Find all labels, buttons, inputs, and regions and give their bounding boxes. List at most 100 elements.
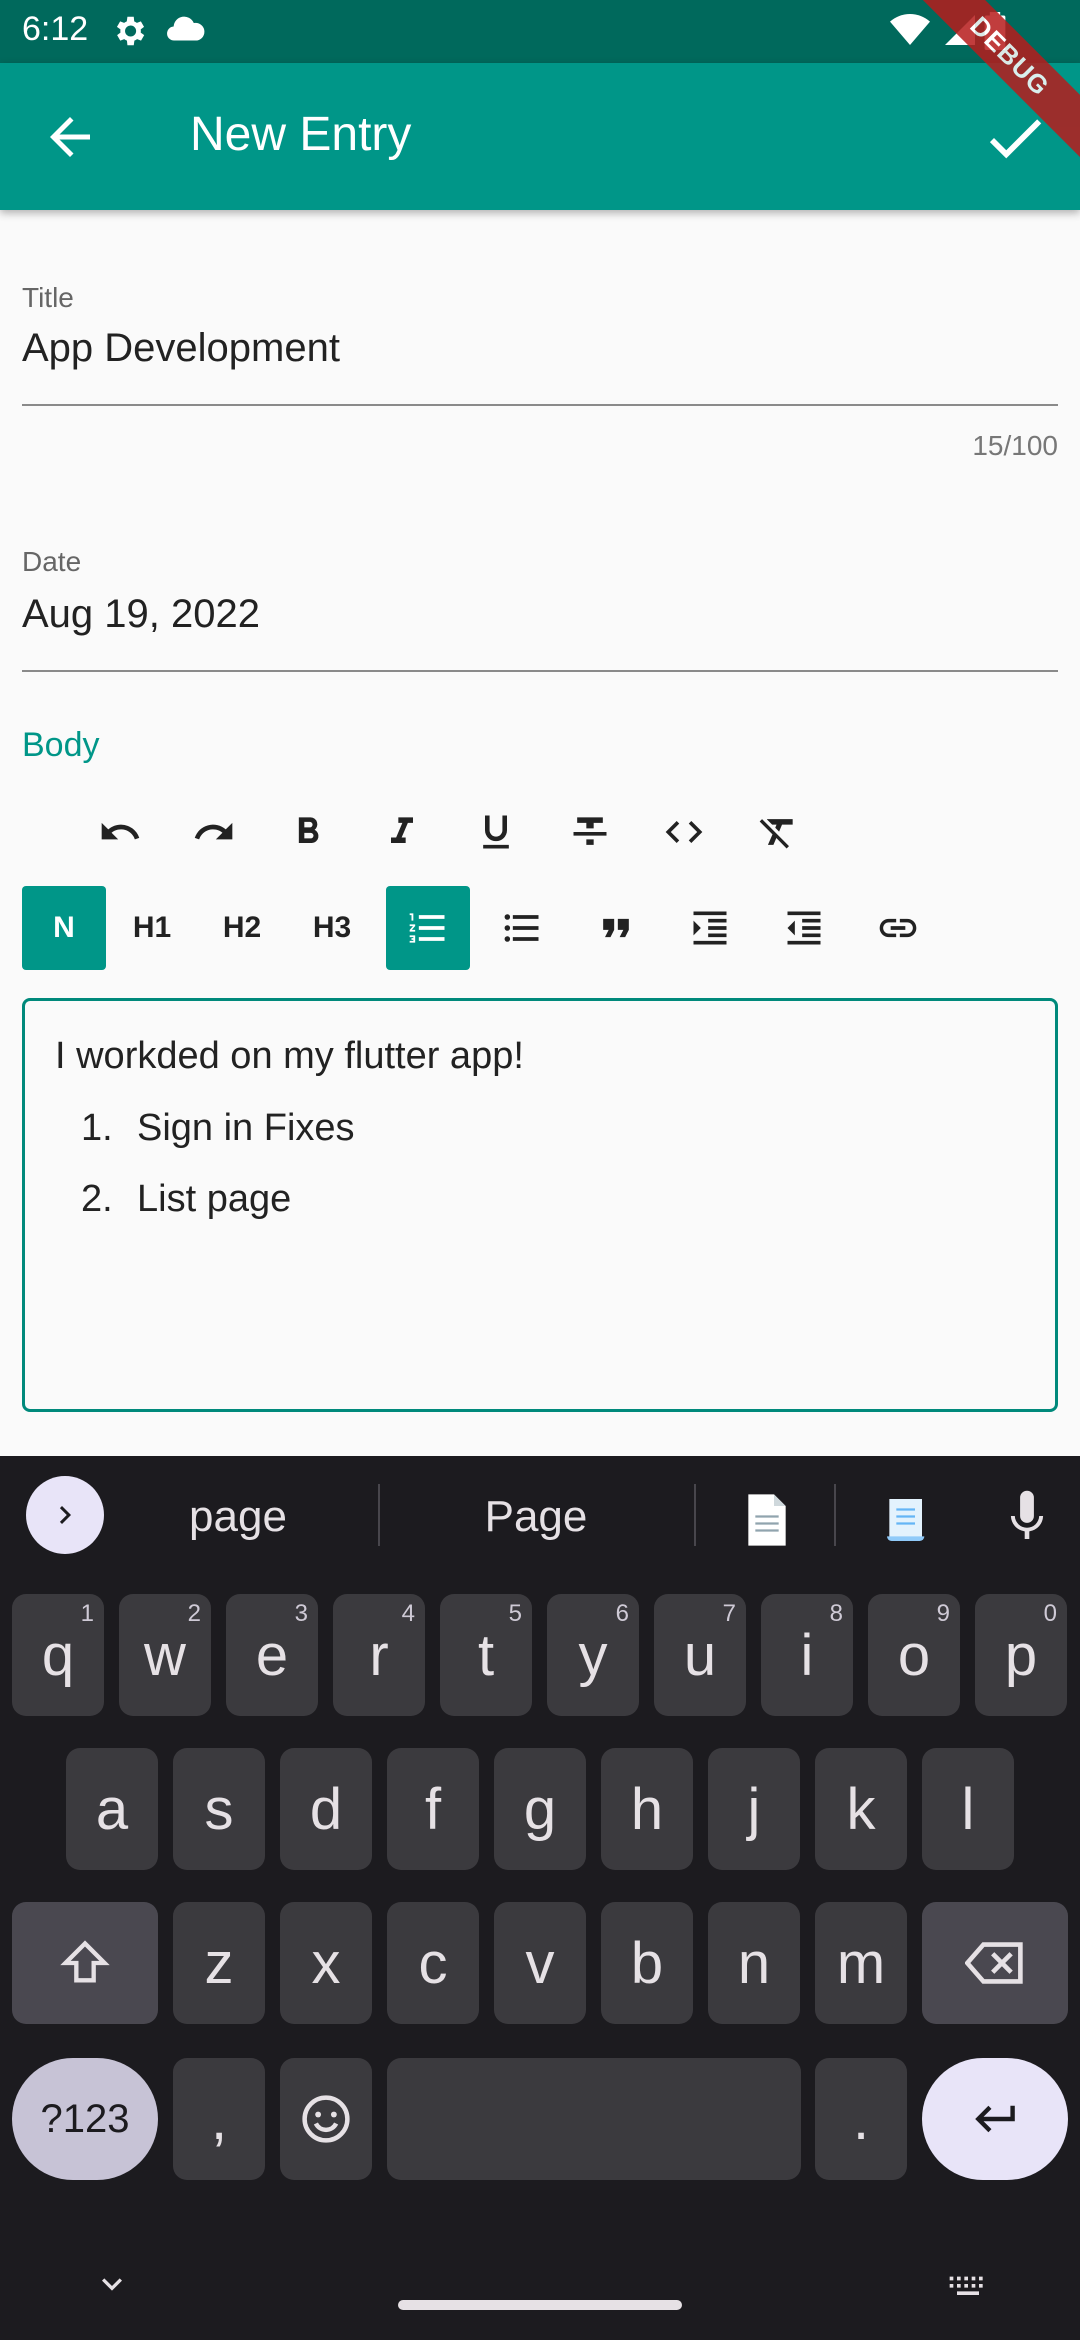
heading-2-button[interactable]: H2: [200, 886, 284, 970]
key-i[interactable]: i8: [761, 1594, 853, 1716]
bullet-list-button[interactable]: [480, 886, 564, 970]
clear-format-button[interactable]: [736, 790, 820, 874]
body-label: Body: [22, 726, 100, 764]
link-icon: [879, 918, 917, 938]
space-key[interactable]: [387, 2058, 801, 2180]
bold-button[interactable]: [266, 790, 350, 874]
key-k[interactable]: k: [815, 1748, 907, 1870]
key-g[interactable]: g: [494, 1748, 586, 1870]
comma-key[interactable]: ,: [173, 2058, 265, 2180]
key-y[interactable]: y6: [547, 1594, 639, 1716]
key-q[interactable]: q1: [12, 1594, 104, 1716]
shift-icon: [60, 1940, 110, 1983]
key-j[interactable]: j: [708, 1748, 800, 1870]
key-f[interactable]: f: [387, 1748, 479, 1870]
title-field-value[interactable]: App Development: [22, 326, 340, 371]
settings-icon: [116, 16, 145, 46]
symbols-key[interactable]: ?123: [12, 2058, 158, 2180]
redo-button[interactable]: [172, 790, 256, 874]
period-key[interactable]: .: [815, 2058, 907, 2180]
body-editor[interactable]: I workded on my flutter app! 1. Sign in …: [22, 998, 1058, 1412]
key-l[interactable]: l: [922, 1748, 1014, 1870]
key-hint: 5: [508, 1600, 522, 1627]
key-label: q: [41, 1622, 75, 1688]
indent-button[interactable]: [668, 886, 752, 970]
heading-3-button[interactable]: H3: [290, 886, 374, 970]
indent-increase-icon: [693, 911, 727, 945]
key-hint: 6: [615, 1600, 629, 1627]
key-x[interactable]: x: [280, 1902, 372, 2024]
strikethrough-button[interactable]: [548, 790, 632, 874]
key-b[interactable]: b: [601, 1902, 693, 2024]
backspace-icon: [965, 1942, 1023, 1984]
key-label: i: [800, 1622, 814, 1688]
bullet-list-icon: [504, 914, 539, 942]
undo-icon: [101, 822, 140, 840]
shift-key[interactable]: [12, 1902, 158, 2024]
format-clear-icon: [759, 819, 793, 849]
editor-paragraph: I workded on my flutter app!: [55, 1035, 524, 1077]
key-u[interactable]: u7: [654, 1594, 746, 1716]
key-label: r: [369, 1622, 389, 1688]
gesture-nav-handle[interactable]: [398, 2300, 682, 2310]
enter-arrow-icon: [975, 2105, 1015, 2133]
normal-text-button[interactable]: N: [22, 886, 106, 970]
key-t[interactable]: t5: [440, 1594, 532, 1716]
date-field-label: Date: [22, 546, 82, 577]
emoji-key[interactable]: [280, 2058, 372, 2180]
wifi-icon: [890, 14, 930, 45]
key-r[interactable]: r4: [333, 1594, 425, 1716]
key-p[interactable]: p0: [975, 1594, 1067, 1716]
key-label: p: [1004, 1622, 1038, 1688]
key-hint: 7: [722, 1600, 736, 1627]
date-field-value[interactable]: Aug 19, 2022: [22, 592, 260, 637]
heading-1-button[interactable]: H1: [110, 886, 194, 970]
suggestion-1[interactable]: page: [130, 1492, 346, 1542]
key-d[interactable]: d: [280, 1748, 372, 1870]
suggestion-2[interactable]: Page: [400, 1492, 672, 1542]
key-z[interactable]: z: [173, 1902, 265, 2024]
key-n[interactable]: n: [708, 1902, 800, 2024]
inline-code-button[interactable]: [642, 790, 726, 874]
quote-button[interactable]: [574, 886, 658, 970]
list-item: Sign in Fixes: [137, 1107, 355, 1149]
key-e[interactable]: e3: [226, 1594, 318, 1716]
undo-button[interactable]: [78, 790, 162, 874]
page-emoji-icon[interactable]: [742, 1492, 792, 1548]
key-h[interactable]: h: [601, 1748, 693, 1870]
key-hint: 2: [187, 1600, 201, 1627]
key-w[interactable]: w2: [119, 1594, 211, 1716]
underline-button[interactable]: [454, 790, 538, 874]
suggestion-bar: page Page: [0, 1456, 1080, 1574]
keyboard-switch-icon[interactable]: [946, 2264, 990, 2304]
key-hint: 3: [294, 1600, 308, 1627]
italic-button[interactable]: [360, 790, 444, 874]
key-s[interactable]: s: [173, 1748, 265, 1870]
backspace-key[interactable]: [922, 1902, 1068, 2024]
bold-icon: [298, 817, 319, 843]
key-hint: 9: [936, 1600, 950, 1627]
title-char-counter: 15/100: [972, 430, 1058, 461]
scroll-emoji-icon[interactable]: [880, 1492, 936, 1548]
strikethrough-icon: [573, 817, 607, 845]
numbered-list-button[interactable]: [386, 886, 470, 970]
key-hint: 4: [401, 1600, 415, 1627]
enter-key[interactable]: [922, 2058, 1068, 2180]
microphone-icon[interactable]: [1004, 1488, 1050, 1544]
link-button[interactable]: [856, 886, 940, 970]
key-o[interactable]: o9: [868, 1594, 960, 1716]
key-m[interactable]: m: [815, 1902, 907, 2024]
date-field-underline: [22, 670, 1058, 672]
outdent-button[interactable]: [762, 886, 846, 970]
key-a[interactable]: a: [66, 1748, 158, 1870]
key-c[interactable]: c: [387, 1902, 479, 2024]
key-v[interactable]: v: [494, 1902, 586, 2024]
indent-decrease-icon: [787, 911, 821, 945]
hide-keyboard-chevron-icon[interactable]: [92, 2264, 132, 2304]
chevron-right-icon: [59, 1506, 71, 1524]
app-bar: New Entry: [0, 63, 1080, 210]
list-item-number: 2.: [81, 1178, 113, 1220]
page-title: New Entry: [190, 108, 412, 161]
expand-suggestions-button[interactable]: [26, 1476, 104, 1554]
back-arrow-icon[interactable]: [40, 107, 100, 167]
